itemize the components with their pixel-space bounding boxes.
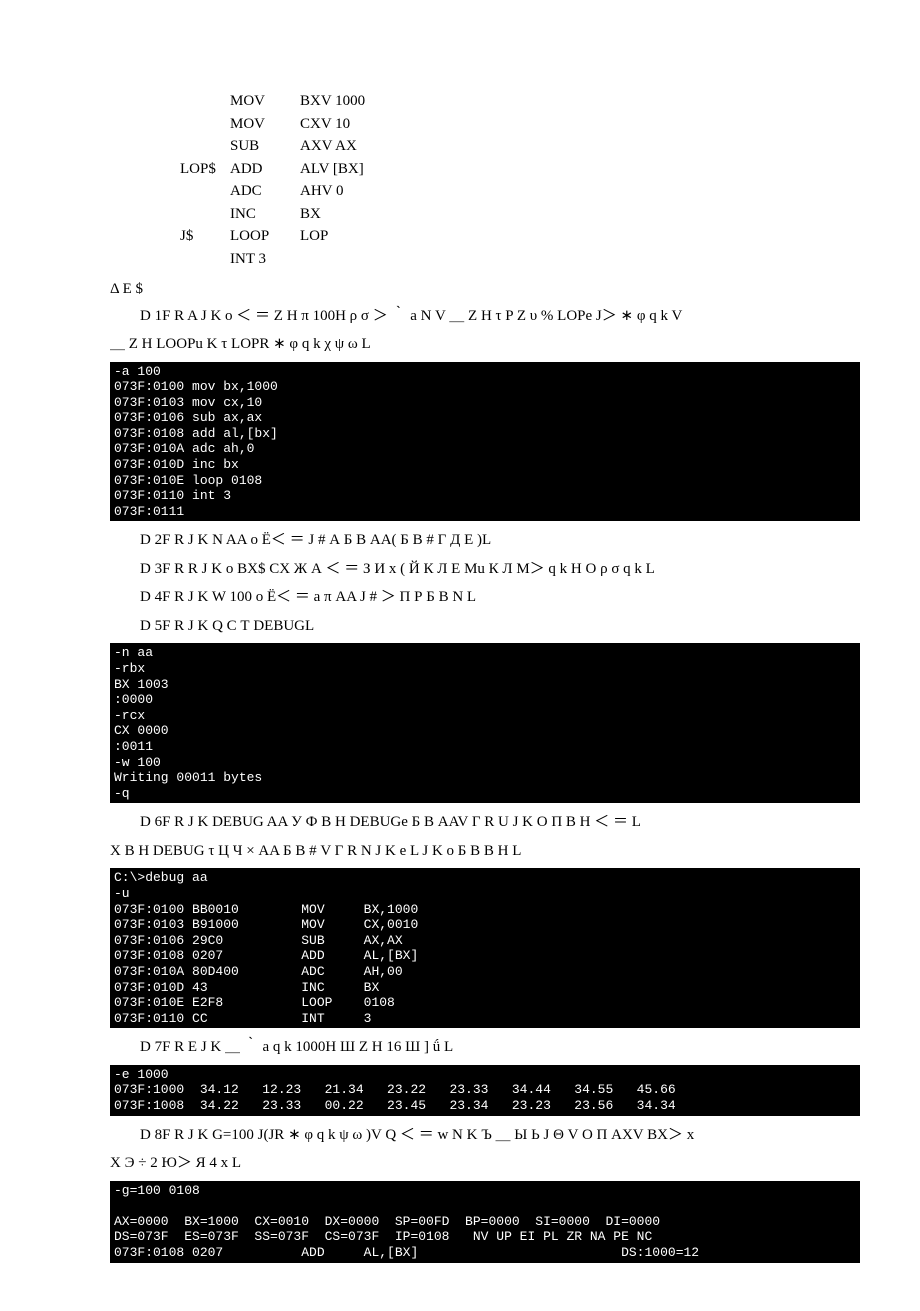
asm-line: J$LOOPLOP	[180, 225, 860, 248]
asm-line: ADCAHV 0	[180, 180, 860, 203]
terminal-output: C:\>debug aa -u 073F:0100 BB0010 MOV BX,…	[110, 868, 860, 1028]
body-text: D 1F R A J K о ＜ ＝ Z H π 100H ρ σ ＞ ｀ а …	[110, 305, 860, 328]
asm-line: MOVCXV 10	[180, 113, 860, 136]
body-text: D 5F R J K Q С Т DEBUGL	[110, 615, 860, 638]
asm-line: INT 3	[180, 248, 860, 271]
assembly-listing: MOVBXV 1000 MOVCXV 10 SUBAXV AX LOP$ADDA…	[180, 90, 860, 270]
body-text: D 2F R J K N AA о Ё＜ ＝ J # А Б В AA( Б В…	[110, 529, 860, 552]
body-text: D 4F R J K W 100 о Ё＜ ＝ а π AA J # ＞ П Р…	[110, 586, 860, 609]
asm-line: MOVBXV 1000	[180, 90, 860, 113]
body-text: Х В Н DEBUG τ Ц Ч × AA Б В # V Г R N J K…	[110, 840, 860, 863]
asm-line: SUBAXV AX	[180, 135, 860, 158]
body-text: D 3F R R J K о BX$ CX Ж А ＜ ＝ З И х ( Й …	[110, 558, 860, 581]
asm-line: LOP$ADDALV [BX]	[180, 158, 860, 181]
body-text: Х Э ÷ 2 Ю＞ Я 4 х L	[110, 1152, 860, 1175]
body-text: D 7F R E J K ＿ ｀ а q k 1000H Ш Z H 16 Ш …	[110, 1036, 860, 1059]
terminal-output: -g=100 0108 AX=0000 BX=1000 CX=0010 DX=0…	[110, 1181, 860, 1263]
terminal-output: -e 1000 073F:1000 34.12 12.23 21.34 23.2…	[110, 1065, 860, 1116]
body-text: D 8F R J K G=100 J(JR ∗ φ q k ψ ω )V Q ＜…	[110, 1124, 860, 1147]
body-text: ＿ Z H LOOPu K τ LOPR ∗ φ q k χ ψ ω L	[110, 333, 860, 356]
terminal-output: -a 100 073F:0100 mov bx,1000 073F:0103 m…	[110, 362, 860, 522]
section-heading: Δ Ε $	[110, 278, 860, 301]
body-text: D 6F R J K DEBUG AA У Ф В Н DEBUGе Б В A…	[110, 811, 860, 834]
asm-line: INCBX	[180, 203, 860, 226]
terminal-output: -n aa -rbx BX 1003 :0000 -rcx CX 0000 :0…	[110, 643, 860, 803]
